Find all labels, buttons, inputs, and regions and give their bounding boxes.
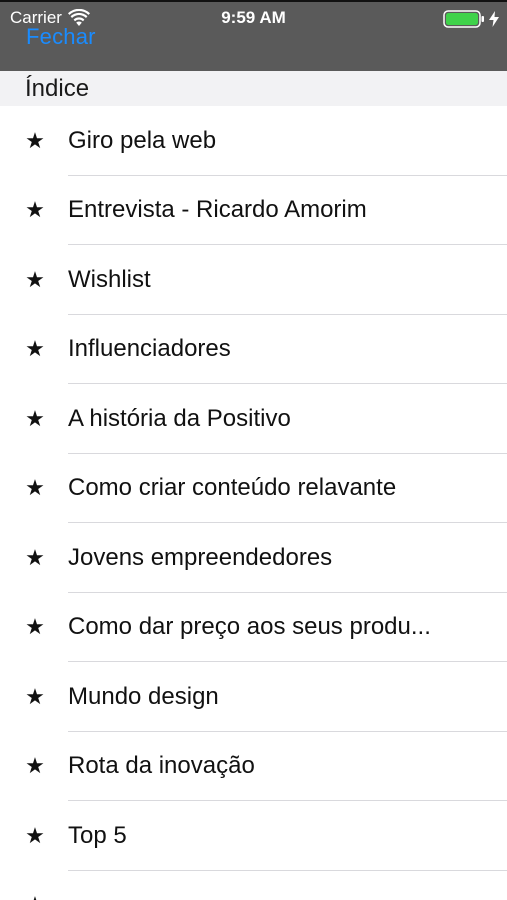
list-item[interactable]: ★ bbox=[0, 871, 507, 900]
list-item-label: Rota da inovação bbox=[68, 752, 255, 780]
list-item-label: Entrevista - Ricardo Amorim bbox=[68, 196, 367, 224]
star-icon: ★ bbox=[25, 753, 45, 779]
charging-bolt-icon bbox=[489, 11, 499, 27]
list-item[interactable]: ★ Como criar conteúdo relavante bbox=[0, 454, 507, 524]
list-item[interactable]: ★ A história da Positivo bbox=[0, 384, 507, 454]
list-item-label: A história da Positivo bbox=[68, 404, 291, 432]
battery-indicator bbox=[443, 10, 499, 28]
section-title: Índice bbox=[25, 75, 90, 102]
list-item-label: Como criar conteúdo relavante bbox=[68, 474, 397, 502]
star-icon: ★ bbox=[25, 544, 45, 570]
list-item[interactable]: ★ Rota da inovação bbox=[0, 732, 507, 802]
list-item-label: Influenciadores bbox=[68, 335, 231, 363]
close-button[interactable]: Fechar bbox=[26, 24, 96, 50]
section-header: Índice bbox=[0, 71, 507, 106]
star-icon: ★ bbox=[25, 197, 45, 223]
list-item-label: Mundo design bbox=[68, 682, 219, 710]
list-item[interactable]: ★ Jovens empreendedores bbox=[0, 523, 507, 593]
list-item[interactable]: ★ Wishlist bbox=[0, 245, 507, 315]
list-item[interactable]: ★ Como dar preço aos seus produ... bbox=[0, 593, 507, 663]
list-item-label: Giro pela web bbox=[68, 126, 217, 154]
list-item-label: Wishlist bbox=[68, 265, 151, 293]
star-icon: ★ bbox=[25, 683, 45, 709]
list-item[interactable]: ★ Entrevista - Ricardo Amorim bbox=[0, 176, 507, 246]
battery-icon bbox=[443, 10, 484, 28]
list-item-label: Top 5 bbox=[68, 821, 127, 849]
index-list: ★ Giro pela web ★ Entrevista - Ricardo A… bbox=[0, 106, 507, 900]
list-item[interactable]: ★ Giro pela web bbox=[0, 106, 507, 176]
list-item[interactable]: ★ Top 5 bbox=[0, 801, 507, 871]
list-item[interactable]: ★ Mundo design bbox=[0, 662, 507, 732]
star-icon: ★ bbox=[25, 266, 45, 292]
screen: Carrier 9:59 AM Fechar Índice ★ Giro pel… bbox=[0, 0, 507, 900]
top-bar: Carrier 9:59 AM Fechar bbox=[0, 0, 507, 71]
list-item-label: Como dar preço aos seus produ... bbox=[68, 613, 431, 641]
star-icon: ★ bbox=[25, 614, 45, 640]
star-icon: ★ bbox=[25, 475, 45, 501]
star-icon: ★ bbox=[25, 336, 45, 362]
star-icon: ★ bbox=[25, 405, 45, 431]
star-icon: ★ bbox=[25, 822, 45, 848]
star-icon: ★ bbox=[25, 894, 45, 900]
list-item[interactable]: ★ Influenciadores bbox=[0, 315, 507, 385]
star-icon: ★ bbox=[25, 127, 45, 153]
list-item-label: Jovens empreendedores bbox=[68, 543, 333, 571]
